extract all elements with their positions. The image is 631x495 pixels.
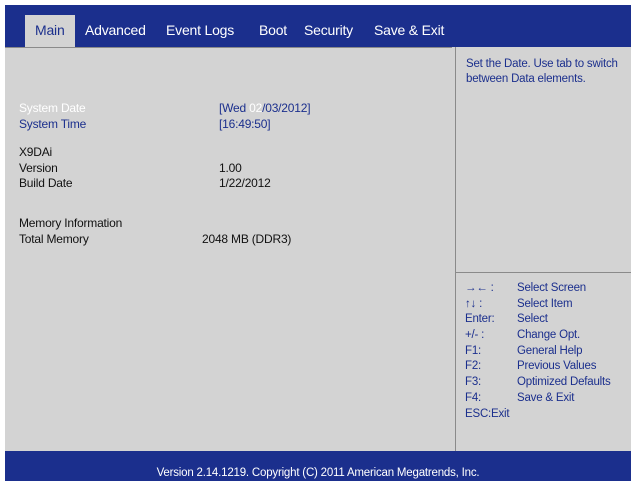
f2-key: F2: (465, 360, 482, 373)
key-desc: Optimized Defaults (517, 376, 611, 389)
tab-security[interactable]: Security (304, 15, 353, 47)
version-footer: Version 2.14.1219. Copyright (C) 2011 Am… (156, 467, 480, 479)
system-date-prefix: [Wed (219, 101, 250, 115)
key-desc: Select (517, 313, 548, 326)
key-desc: Select Item (517, 297, 573, 310)
tab-event-logs[interactable]: Event Logs (166, 15, 234, 47)
key-desc: General Help (517, 344, 583, 357)
settings-pane: System Date [Wed 02/03/2012] System Time… (5, 47, 452, 451)
version-label: Version (19, 161, 58, 175)
enter-key: Enter: (465, 313, 495, 326)
menu-bar: Main Advanced Event Logs Boot Security S… (5, 5, 631, 47)
help-divider (456, 272, 631, 273)
board-name-text: X9DAi (19, 145, 53, 159)
f3-key: F3: (465, 376, 482, 389)
plus-minus-key: +/- : (465, 329, 485, 342)
arrow-up-down-key: ↑↓ : (465, 297, 483, 310)
memory-info-header-text: Memory Information (19, 216, 123, 230)
f4-key: F4: (465, 391, 482, 404)
system-time-label: System Time (19, 117, 87, 131)
system-date-suffix: /03/2012] (262, 101, 311, 115)
arrow-left-right-key: →← : (465, 282, 494, 294)
key-desc: Previous Values (517, 360, 597, 373)
tab-save-exit[interactable]: Save & Exit (374, 15, 444, 47)
key-desc: Change Opt. (517, 329, 581, 342)
system-date-value[interactable]: [Wed 02/03/2012] (219, 101, 311, 116)
system-time-value[interactable]: [16:49:50] (219, 117, 271, 132)
build-date-label: Build Date (19, 176, 73, 190)
total-memory-label: Total Memory (19, 232, 89, 246)
help-pane: Set the Date. Use tab to switch between … (455, 47, 631, 451)
build-date-value: 1/22/2012 (219, 176, 271, 190)
tab-boot[interactable]: Boot (259, 15, 287, 47)
key-desc: Select Screen (517, 282, 586, 294)
help-text: Set the Date. Use tab to switch between … (466, 58, 618, 85)
system-date-month-field[interactable]: 02 (249, 101, 262, 115)
system-date-label: System Date (19, 101, 86, 115)
bios-window: Main Advanced Event Logs Boot Security S… (5, 5, 631, 481)
tab-advanced[interactable]: Advanced (85, 15, 146, 47)
esc-key: ESC:Exit (465, 407, 510, 420)
version-value: 1.00 (219, 161, 242, 175)
content-panel: System Date [Wed 02/03/2012] System Time… (5, 47, 631, 451)
f1-key: F1: (465, 344, 482, 357)
total-memory-value: 2048 MB (DDR3) (202, 232, 292, 246)
key-desc: Save & Exit (517, 391, 575, 404)
tab-main[interactable]: Main (25, 15, 75, 47)
